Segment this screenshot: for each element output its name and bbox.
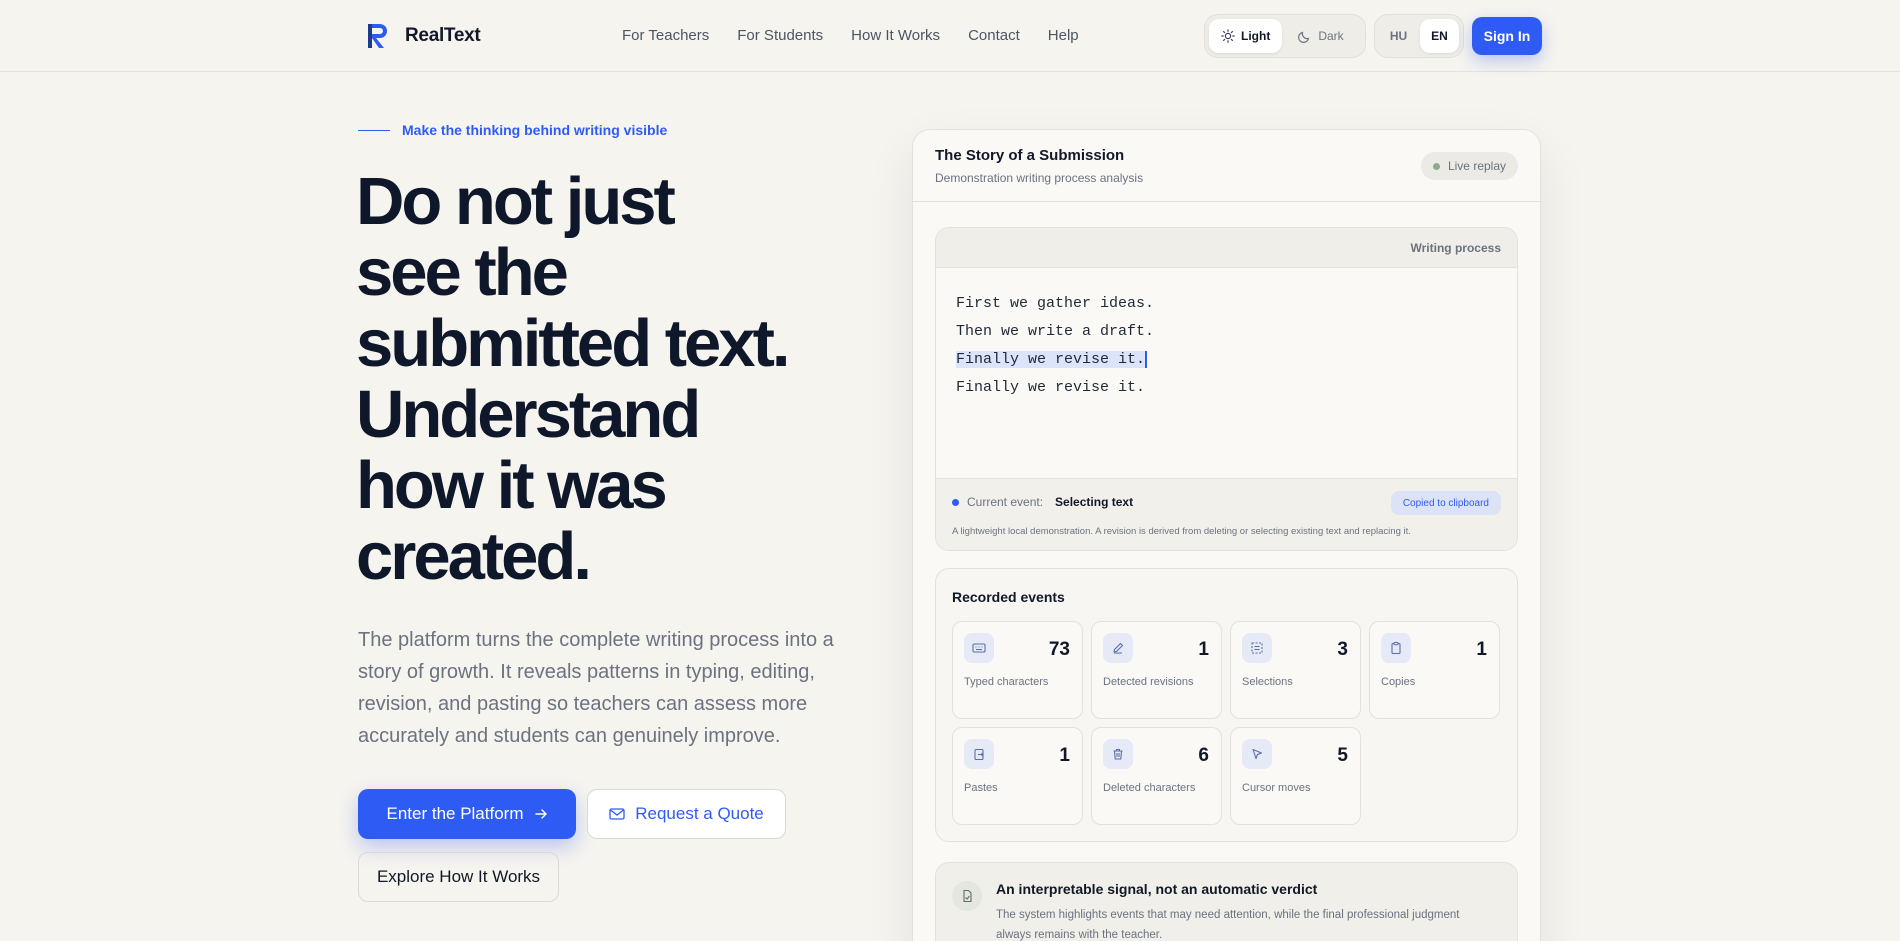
brand-logo[interactable]: RealText: [367, 22, 481, 50]
card-header: The Story of a Submission Demonstration …: [913, 130, 1540, 202]
language-toggle: HU EN: [1374, 14, 1464, 58]
stat-label: Typed characters: [964, 676, 1049, 688]
enter-platform-label: Enter the Platform: [386, 804, 524, 823]
document-check-icon: [952, 881, 982, 911]
editor-toolbar: Writing process: [936, 228, 1517, 268]
stat-value: 73: [1048, 639, 1070, 660]
stat-tile-copies: 1 Copies: [1369, 621, 1500, 719]
live-replay-badge: Live replay: [1420, 152, 1518, 180]
keyboard-icon: [964, 633, 994, 663]
clipboard-icon: [1381, 633, 1411, 663]
stat-label: Cursor moves: [1242, 782, 1311, 794]
stat-tile-typed-characters: 73 Typed characters: [952, 621, 1083, 719]
trash-icon: [1103, 739, 1133, 769]
stat-label: Selections: [1242, 676, 1293, 688]
stat-tile-deleted-characters: 6 Deleted characters: [1091, 727, 1222, 825]
writing-process-editor: Writing process First we gather ideas. T…: [935, 227, 1518, 551]
editor-line: Finally we revise it.: [956, 379, 1146, 396]
card-title: The Story of a Submission: [935, 147, 1125, 164]
enter-platform-button[interactable]: Enter the Platform: [358, 789, 576, 839]
nav-how-it-works[interactable]: How It Works: [851, 27, 940, 44]
headline-line: how it was: [356, 448, 668, 523]
mail-icon: [609, 808, 625, 820]
stat-value: 5: [1337, 745, 1348, 766]
headline-line: submitted text.: [356, 306, 791, 381]
editor-line: Then we write a draft.: [956, 323, 1155, 340]
headline-line: see the: [356, 235, 569, 310]
hero-headline: Do not just see the submitted text. Unde…: [356, 166, 876, 592]
current-event-value: Selecting text: [1055, 495, 1134, 509]
stat-label: Deleted characters: [1103, 782, 1196, 794]
editor-status: Current event: Selecting text Copied to …: [936, 478, 1517, 550]
stat-label: Pastes: [964, 782, 998, 794]
stat-value: 3: [1337, 639, 1348, 660]
submission-story-card: The Story of a Submission Demonstration …: [912, 129, 1541, 941]
lang-en-button[interactable]: EN: [1420, 19, 1459, 53]
editor-label: Writing process: [1410, 241, 1501, 255]
editor-line-selected: Finally we revise it.: [956, 346, 1154, 374]
stat-label: Detected revisions: [1103, 676, 1194, 688]
request-quote-button[interactable]: Request a Quote: [587, 789, 786, 839]
nav-contact[interactable]: Contact: [968, 27, 1020, 44]
event-dot-icon: [952, 498, 959, 506]
editor-text[interactable]: First we gather ideas. Then we write a d…: [956, 290, 1154, 402]
signal-text: The system highlights events that may ne…: [996, 909, 1460, 941]
lang-hu-button[interactable]: HU: [1379, 19, 1418, 53]
current-event-label: Current event:: [967, 495, 1044, 509]
text-selection: Finally we revise it.: [956, 351, 1148, 368]
explore-how-it-works-button[interactable]: Explore How It Works: [358, 852, 559, 902]
logo-icon: [368, 24, 387, 48]
theme-dark-label: Dark: [1318, 29, 1344, 43]
editor-note: A lightweight local demonstration. A rev…: [952, 526, 1411, 537]
stat-value: 1: [1476, 639, 1487, 660]
sign-in-button[interactable]: Sign In: [1472, 17, 1542, 55]
headline-line: Do not just: [356, 164, 676, 239]
recorded-events-title: Recorded events: [952, 589, 1065, 605]
hero-lead: The platform turns the complete writing …: [358, 629, 834, 747]
interpretable-signal-panel: An interpretable signal, not an automati…: [935, 862, 1518, 941]
paste-icon: [964, 739, 994, 769]
theme-light-label: Light: [1241, 29, 1271, 43]
pen-icon: [1103, 633, 1133, 663]
cursor-icon: [1242, 739, 1272, 769]
nav-help[interactable]: Help: [1048, 27, 1079, 44]
top-header: RealText For Teachers For Students How I…: [0, 0, 1900, 72]
card-subtitle: Demonstration writing process analysis: [935, 171, 1144, 185]
selection-icon: [1242, 633, 1272, 663]
stat-tile-pastes: 1 Pastes: [952, 727, 1083, 825]
theme-toggle: Light Dark: [1204, 14, 1366, 58]
stat-tile-selections: 3 Selections: [1230, 621, 1361, 719]
theme-dark-button[interactable]: Dark: [1286, 19, 1355, 53]
live-replay-label: Live replay: [1447, 159, 1506, 173]
brand-name: RealText: [405, 25, 481, 46]
nav-for-students[interactable]: For Students: [737, 27, 823, 44]
theme-light-button[interactable]: Light: [1209, 19, 1283, 53]
moon-icon: [1298, 31, 1310, 43]
current-event: Current event: Selecting text: [952, 495, 1133, 509]
request-quote-label: Request a Quote: [635, 804, 764, 823]
editor-line: First we gather ideas.: [956, 295, 1155, 312]
stat-value: 1: [1059, 745, 1070, 766]
main-nav: For Teachers For Students How It Works C…: [622, 27, 1079, 44]
recorded-events-panel: Recorded events 73 Typed characters 1 De…: [935, 568, 1518, 842]
stat-tile-detected-revisions: 1 Detected revisions: [1091, 621, 1222, 719]
live-dot-icon: [1432, 162, 1440, 170]
stat-value: 1: [1198, 639, 1209, 660]
eyebrow-line: [358, 129, 390, 131]
eyebrow-text: Make the thinking behind writing visible: [402, 122, 668, 138]
headline-line: created.: [356, 519, 592, 594]
headline-line: Understand: [356, 377, 701, 452]
sun-icon: [1221, 29, 1235, 43]
arrow-right-icon: [534, 809, 547, 819]
copied-badge: Copied to clipboard: [1390, 491, 1501, 515]
stat-value: 6: [1198, 745, 1209, 766]
nav-for-teachers[interactable]: For Teachers: [622, 27, 709, 44]
stat-tile-cursor-moves: 5 Cursor moves: [1230, 727, 1361, 825]
signal-title: An interpretable signal, not an automati…: [996, 881, 1318, 897]
stat-label: Copies: [1381, 676, 1416, 688]
hero-eyebrow: Make the thinking behind writing visible: [358, 122, 667, 138]
